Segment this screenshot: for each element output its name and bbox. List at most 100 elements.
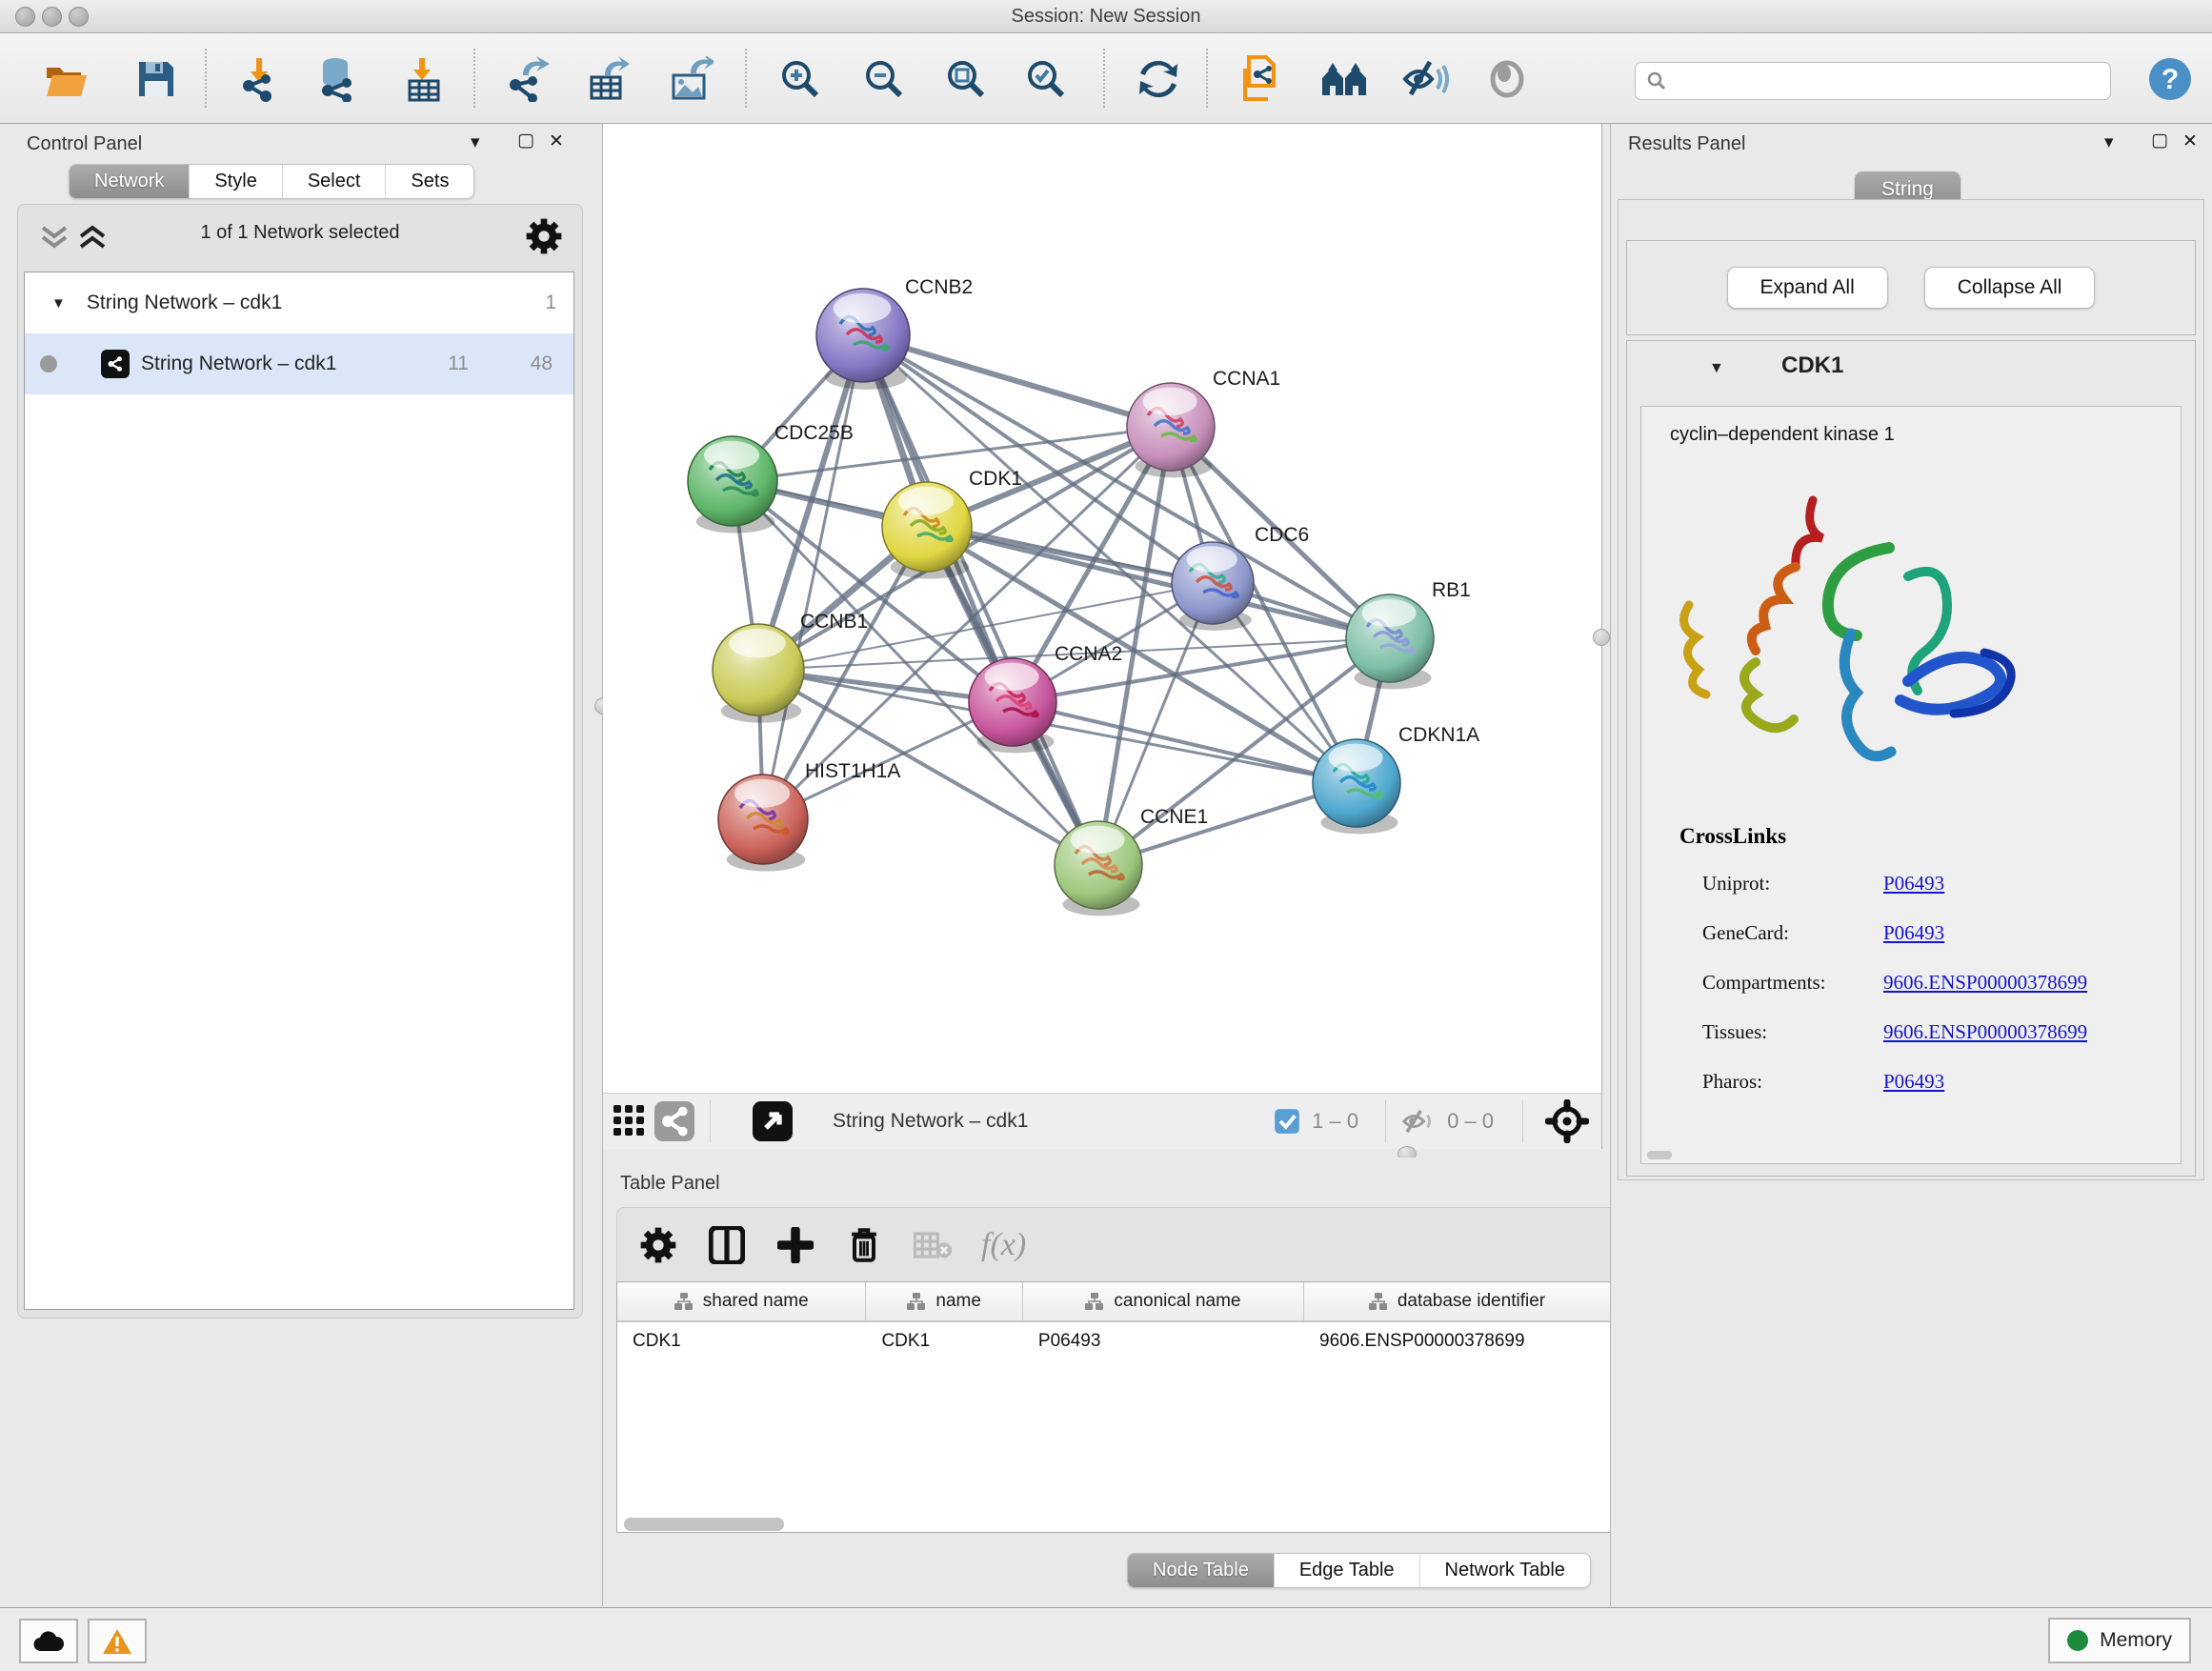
node-section-header[interactable]: ▼ CDK1 bbox=[1627, 341, 2195, 402]
node-CCNA1[interactable]: CCNA1 bbox=[1127, 368, 1280, 477]
node-label-CCNE1: CCNE1 bbox=[1140, 806, 1208, 828]
cell-database-identifier[interactable]: 9606.ENSP00000378699 bbox=[1304, 1331, 1611, 1352]
expand-all-button[interactable]: Expand All bbox=[1727, 267, 1888, 309]
import-table-icon[interactable] bbox=[398, 54, 448, 104]
table-hscrollbar[interactable] bbox=[624, 1518, 784, 1531]
tab-edge-table[interactable]: Edge Table bbox=[1275, 1554, 1420, 1587]
memory-button[interactable]: Memory bbox=[2048, 1618, 2191, 1663]
show-columns-icon[interactable] bbox=[699, 1218, 754, 1273]
crosslink-link[interactable]: P06493 bbox=[1883, 921, 1944, 945]
node-CDKN1A[interactable]: CDKN1A bbox=[1313, 724, 1479, 834]
first-neighbors-icon[interactable] bbox=[1320, 54, 1370, 104]
delete-column-trash-icon[interactable] bbox=[836, 1218, 892, 1273]
export-image-icon[interactable] bbox=[667, 54, 716, 104]
tab-network[interactable]: Network bbox=[70, 165, 190, 198]
network-view-canvas[interactable]: CCNB2CCNA1CDC25BCDK1CDC6RB1CCNB1CCNA2CDK… bbox=[603, 124, 1602, 1093]
results-panel-float-icon[interactable]: ▾ bbox=[2104, 133, 2114, 152]
selected-checkbox-icon[interactable] bbox=[1274, 1108, 1300, 1135]
refresh-view-icon[interactable] bbox=[1134, 54, 1183, 104]
hide-selected-eye-icon[interactable] bbox=[1400, 54, 1450, 104]
right-splitter-grip[interactable] bbox=[1593, 629, 1610, 646]
control-panel-float-icon[interactable]: ▾ bbox=[471, 133, 480, 152]
function-builder-icon[interactable]: f(x) bbox=[974, 1218, 1034, 1273]
import-network-file-icon[interactable] bbox=[234, 54, 284, 104]
edge-CCNA2-CDKN1A[interactable] bbox=[1013, 702, 1357, 783]
search-input[interactable] bbox=[1668, 70, 2091, 92]
edge-CCNB2-CCNE1[interactable] bbox=[863, 335, 1098, 865]
export-network-icon[interactable] bbox=[503, 54, 553, 104]
create-column-plus-icon[interactable] bbox=[768, 1218, 823, 1273]
zoom-in-icon[interactable] bbox=[775, 54, 825, 104]
column-header-canonical-name[interactable]: canonical name bbox=[1023, 1282, 1304, 1320]
crosslink-label: Pharos: bbox=[1702, 1070, 1762, 1093]
column-attribute-icon bbox=[1369, 1293, 1388, 1310]
footer-separator bbox=[710, 1100, 711, 1142]
show-all-eye-icon[interactable] bbox=[1482, 54, 1532, 104]
zoom-out-icon[interactable] bbox=[859, 54, 909, 104]
control-panel-close-icon[interactable]: ✕ bbox=[549, 132, 564, 151]
node-label-CCNB1: CCNB1 bbox=[800, 611, 868, 633]
tab-network-table[interactable]: Network Table bbox=[1420, 1554, 1590, 1587]
zoom-selected-icon[interactable] bbox=[1021, 54, 1071, 104]
birdseye-toggle-icon[interactable] bbox=[751, 1094, 794, 1149]
cloud-icon bbox=[32, 1630, 65, 1653]
node-RB1[interactable]: RB1 bbox=[1346, 579, 1471, 689]
network-row-selected[interactable]: String Network – cdk1 11 48 bbox=[25, 333, 573, 394]
node-label-CCNB2: CCNB2 bbox=[905, 276, 973, 298]
open-session-icon[interactable] bbox=[42, 54, 91, 104]
network-overview-icon[interactable] bbox=[653, 1094, 696, 1149]
column-header-shared-name[interactable]: shared name bbox=[617, 1282, 866, 1320]
node-HIST1H1A[interactable]: HIST1H1A bbox=[718, 760, 900, 872]
export-table-icon[interactable] bbox=[583, 54, 633, 104]
network-label: String Network – cdk1 bbox=[141, 352, 336, 375]
crosslink-link[interactable]: P06493 bbox=[1883, 1070, 1944, 1094]
delete-table-icon[interactable] bbox=[905, 1218, 960, 1273]
column-header-name[interactable]: name bbox=[866, 1282, 1022, 1320]
network-collection-row[interactable]: ▼ String Network – cdk1 1 bbox=[25, 272, 573, 333]
save-session-icon[interactable] bbox=[131, 54, 181, 104]
edge-CCNB2-CCNA1[interactable] bbox=[863, 335, 1171, 427]
collection-expander-icon[interactable]: ▼ bbox=[51, 295, 66, 312]
results-panel-maximize-icon[interactable]: ▢ bbox=[2151, 131, 2168, 151]
crosslinks-title: CrossLinks bbox=[1679, 824, 1786, 849]
network-status-dot bbox=[40, 355, 57, 372]
search-box[interactable] bbox=[1635, 62, 2111, 100]
edge-CCNB2-HIST1H1A[interactable] bbox=[763, 335, 863, 819]
network-view-title: String Network – cdk1 bbox=[833, 1110, 1028, 1133]
grid-view-icon[interactable] bbox=[609, 1094, 651, 1149]
fit-content-crosshair-icon[interactable] bbox=[1542, 1094, 1592, 1149]
warnings-button[interactable] bbox=[88, 1619, 147, 1663]
collection-count: 1 bbox=[545, 292, 556, 314]
selected-counts: 1 – 0 bbox=[1312, 1109, 1358, 1134]
cell-canonical-name[interactable]: P06493 bbox=[1023, 1331, 1304, 1352]
control-panel: Control Panel ▾ ▢ ✕ NetworkStyleSelectSe… bbox=[0, 124, 603, 1606]
table-options-gear-icon[interactable] bbox=[631, 1218, 686, 1273]
help-icon[interactable]: ? bbox=[2145, 54, 2195, 104]
column-header-database-identifier[interactable]: database identifier bbox=[1304, 1282, 1611, 1320]
node-CDK1[interactable]: CDK1 bbox=[882, 468, 1022, 579]
cell-shared-name[interactable]: CDK1 bbox=[617, 1331, 866, 1352]
import-network-database-icon[interactable] bbox=[312, 54, 362, 104]
node-CCNB1[interactable]: CCNB1 bbox=[713, 611, 868, 723]
tab-style[interactable]: Style bbox=[190, 165, 282, 198]
node-CCNB2[interactable]: CCNB2 bbox=[816, 276, 973, 390]
details-hscrollbar[interactable] bbox=[1647, 1151, 1672, 1159]
window-title: Session: New Session bbox=[0, 6, 2212, 28]
cell-name[interactable]: CDK1 bbox=[866, 1331, 1022, 1352]
clone-network-icon[interactable] bbox=[1237, 54, 1286, 104]
cloud-status-button[interactable] bbox=[19, 1619, 78, 1663]
crosslink-link[interactable]: P06493 bbox=[1883, 872, 1944, 896]
results-panel-close-icon[interactable]: ✕ bbox=[2182, 132, 2198, 151]
network-options-gear-icon[interactable] bbox=[525, 216, 563, 256]
tab-node-table[interactable]: Node Table bbox=[1128, 1554, 1275, 1587]
tab-select[interactable]: Select bbox=[283, 165, 387, 198]
main-toolbar: ? bbox=[0, 33, 2212, 124]
section-expander-icon[interactable]: ▼ bbox=[1709, 360, 1724, 377]
zoom-fit-icon[interactable] bbox=[941, 54, 991, 104]
crosslink-link[interactable]: 9606.ENSP00000378699 bbox=[1883, 971, 2087, 995]
title-bar: Session: New Session bbox=[0, 0, 2212, 33]
crosslink-link[interactable]: 9606.ENSP00000378699 bbox=[1883, 1020, 2087, 1044]
collapse-all-button[interactable]: Collapse All bbox=[1924, 267, 2096, 309]
control-panel-maximize-icon[interactable]: ▢ bbox=[517, 131, 534, 151]
tab-sets[interactable]: Sets bbox=[386, 165, 473, 198]
